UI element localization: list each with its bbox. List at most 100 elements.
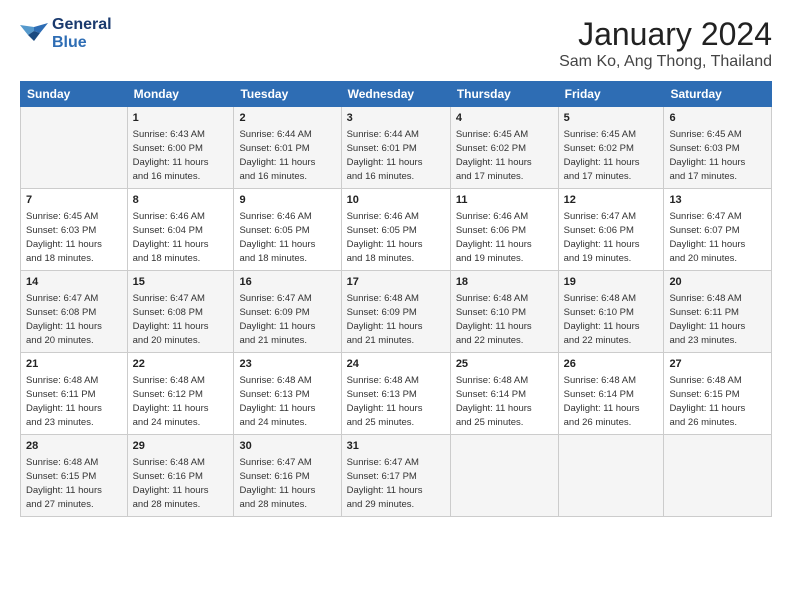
day-cell: 28Sunrise: 6:48 AM Sunset: 6:15 PM Dayli… — [21, 435, 128, 517]
day-info: Sunrise: 6:48 AM Sunset: 6:11 PM Dayligh… — [669, 292, 766, 347]
day-info: Sunrise: 6:48 AM Sunset: 6:16 PM Dayligh… — [133, 456, 229, 511]
day-number: 17 — [347, 275, 445, 290]
day-number: 9 — [239, 193, 335, 208]
day-cell — [558, 435, 664, 517]
day-number: 29 — [133, 439, 229, 454]
day-cell: 9 Sunrise: 6:46 AM Sunset: 6:05 PM Daylig… — [234, 189, 341, 271]
day-info: Sunrise: 6:48 AM Sunset: 6:13 PM Dayligh… — [347, 374, 445, 429]
day-info: Sunrise: 6:47 AM Sunset: 6:06 PM Dayligh… — [564, 210, 659, 265]
day-cell: 29 Sunrise: 6:48 AM Sunset: 6:16 PM Dayli… — [127, 435, 234, 517]
week-row-5: 28Sunrise: 6:48 AM Sunset: 6:15 PM Dayli… — [21, 435, 772, 517]
day-cell: 26Sunrise: 6:48 AM Sunset: 6:14 PM Dayli… — [558, 353, 664, 435]
day-cell: 19 Sunrise: 6:48 AM Sunset: 6:10 PM Dayli… — [558, 271, 664, 353]
logo: General Blue — [20, 16, 112, 51]
day-cell: 15 Sunrise: 6:47 AM Sunset: 6:08 PM Dayli… — [127, 271, 234, 353]
day-cell — [21, 107, 128, 189]
day-number: 16 — [239, 275, 335, 290]
day-info: Sunrise: 6:45 AM Sunset: 6:02 PM Dayligh… — [564, 128, 659, 183]
day-info: Sunrise: 6:48 AM Sunset: 6:15 PM Dayligh… — [26, 456, 122, 511]
day-cell: 30 Sunrise: 6:47 AM Sunset: 6:16 PM Dayli… — [234, 435, 341, 517]
day-cell: 17 Sunrise: 6:48 AM Sunset: 6:09 PM Dayli… — [341, 271, 450, 353]
calendar-table: SundayMondayTuesdayWednesdayThursdayFrid… — [20, 81, 772, 517]
weekday-header-row: SundayMondayTuesdayWednesdayThursdayFrid… — [21, 82, 772, 107]
day-cell: 27 Sunrise: 6:48 AM Sunset: 6:15 PM Dayli… — [664, 353, 772, 435]
day-info: Sunrise: 6:45 AM Sunset: 6:03 PM Dayligh… — [669, 128, 766, 183]
day-cell: 8Sunrise: 6:46 AM Sunset: 6:04 PM Daylig… — [127, 189, 234, 271]
day-info: Sunrise: 6:47 AM Sunset: 6:08 PM Dayligh… — [133, 292, 229, 347]
day-number: 19 — [564, 275, 659, 290]
location-title: Sam Ko, Ang Thong, Thailand — [559, 53, 772, 71]
day-number: 15 — [133, 275, 229, 290]
day-cell: 12Sunrise: 6:47 AM Sunset: 6:06 PM Dayli… — [558, 189, 664, 271]
day-number: 14 — [26, 275, 122, 290]
day-info: Sunrise: 6:48 AM Sunset: 6:12 PM Dayligh… — [133, 374, 229, 429]
day-number: 27 — [669, 357, 766, 372]
day-cell: 22 Sunrise: 6:48 AM Sunset: 6:12 PM Dayli… — [127, 353, 234, 435]
day-number: 11 — [456, 193, 553, 208]
day-info: Sunrise: 6:46 AM Sunset: 6:05 PM Dayligh… — [239, 210, 335, 265]
day-number: 10 — [347, 193, 445, 208]
day-info: Sunrise: 6:48 AM Sunset: 6:09 PM Dayligh… — [347, 292, 445, 347]
day-info: Sunrise: 6:47 AM Sunset: 6:08 PM Dayligh… — [26, 292, 122, 347]
day-info: Sunrise: 6:47 AM Sunset: 6:07 PM Dayligh… — [669, 210, 766, 265]
day-cell: 5 Sunrise: 6:45 AM Sunset: 6:02 PM Daylig… — [558, 107, 664, 189]
weekday-header-tuesday: Tuesday — [234, 82, 341, 107]
day-cell: 31 Sunrise: 6:47 AM Sunset: 6:17 PM Dayli… — [341, 435, 450, 517]
day-info: Sunrise: 6:48 AM Sunset: 6:10 PM Dayligh… — [456, 292, 553, 347]
day-info: Sunrise: 6:48 AM Sunset: 6:15 PM Dayligh… — [669, 374, 766, 429]
day-info: Sunrise: 6:48 AM Sunset: 6:14 PM Dayligh… — [456, 374, 553, 429]
day-number: 31 — [347, 439, 445, 454]
day-info: Sunrise: 6:47 AM Sunset: 6:17 PM Dayligh… — [347, 456, 445, 511]
day-number: 4 — [456, 111, 553, 126]
weekday-header-monday: Monday — [127, 82, 234, 107]
title-block: January 2024 Sam Ko, Ang Thong, Thailand — [559, 16, 772, 71]
day-number: 13 — [669, 193, 766, 208]
week-row-4: 21 Sunrise: 6:48 AM Sunset: 6:11 PM Dayli… — [21, 353, 772, 435]
day-info: Sunrise: 6:45 AM Sunset: 6:02 PM Dayligh… — [456, 128, 553, 183]
day-number: 1 — [133, 111, 229, 126]
weekday-header-friday: Friday — [558, 82, 664, 107]
day-info: Sunrise: 6:48 AM Sunset: 6:11 PM Dayligh… — [26, 374, 122, 429]
day-number: 22 — [133, 357, 229, 372]
day-number: 26 — [564, 357, 659, 372]
header: General Blue January 2024 Sam Ko, Ang Th… — [20, 16, 772, 71]
month-title: January 2024 — [559, 16, 772, 53]
day-number: 5 — [564, 111, 659, 126]
week-row-2: 7 Sunrise: 6:45 AM Sunset: 6:03 PM Daylig… — [21, 189, 772, 271]
day-number: 7 — [26, 193, 122, 208]
day-cell: 13 Sunrise: 6:47 AM Sunset: 6:07 PM Dayli… — [664, 189, 772, 271]
day-cell: 20Sunrise: 6:48 AM Sunset: 6:11 PM Dayli… — [664, 271, 772, 353]
day-number: 18 — [456, 275, 553, 290]
day-cell: 23Sunrise: 6:48 AM Sunset: 6:13 PM Dayli… — [234, 353, 341, 435]
day-cell: 11Sunrise: 6:46 AM Sunset: 6:06 PM Dayli… — [450, 189, 558, 271]
day-info: Sunrise: 6:47 AM Sunset: 6:09 PM Dayligh… — [239, 292, 335, 347]
logo-text: General Blue — [52, 16, 112, 51]
day-info: Sunrise: 6:47 AM Sunset: 6:16 PM Dayligh… — [239, 456, 335, 511]
day-cell: 1 Sunrise: 6:43 AM Sunset: 6:00 PM Daylig… — [127, 107, 234, 189]
day-info: Sunrise: 6:48 AM Sunset: 6:13 PM Dayligh… — [239, 374, 335, 429]
day-cell: 4 Sunrise: 6:45 AM Sunset: 6:02 PM Daylig… — [450, 107, 558, 189]
day-number: 3 — [347, 111, 445, 126]
day-number: 30 — [239, 439, 335, 454]
day-cell: 24 Sunrise: 6:48 AM Sunset: 6:13 PM Dayli… — [341, 353, 450, 435]
day-cell: 14 Sunrise: 6:47 AM Sunset: 6:08 PM Dayli… — [21, 271, 128, 353]
day-info: Sunrise: 6:48 AM Sunset: 6:10 PM Dayligh… — [564, 292, 659, 347]
day-cell: 16 Sunrise: 6:47 AM Sunset: 6:09 PM Dayli… — [234, 271, 341, 353]
day-number: 8 — [133, 193, 229, 208]
weekday-header-wednesday: Wednesday — [341, 82, 450, 107]
day-number: 21 — [26, 357, 122, 372]
day-cell: 6 Sunrise: 6:45 AM Sunset: 6:03 PM Daylig… — [664, 107, 772, 189]
day-number: 24 — [347, 357, 445, 372]
day-info: Sunrise: 6:45 AM Sunset: 6:03 PM Dayligh… — [26, 210, 122, 265]
day-cell: 3Sunrise: 6:44 AM Sunset: 6:01 PM Daylig… — [341, 107, 450, 189]
weekday-header-saturday: Saturday — [664, 82, 772, 107]
day-cell: 2Sunrise: 6:44 AM Sunset: 6:01 PM Daylig… — [234, 107, 341, 189]
weekday-header-sunday: Sunday — [21, 82, 128, 107]
day-cell: 10Sunrise: 6:46 AM Sunset: 6:05 PM Dayli… — [341, 189, 450, 271]
day-number: 2 — [239, 111, 335, 126]
week-row-1: 1 Sunrise: 6:43 AM Sunset: 6:00 PM Daylig… — [21, 107, 772, 189]
day-number: 6 — [669, 111, 766, 126]
week-row-3: 14 Sunrise: 6:47 AM Sunset: 6:08 PM Dayli… — [21, 271, 772, 353]
day-cell — [664, 435, 772, 517]
day-info: Sunrise: 6:43 AM Sunset: 6:00 PM Dayligh… — [133, 128, 229, 183]
